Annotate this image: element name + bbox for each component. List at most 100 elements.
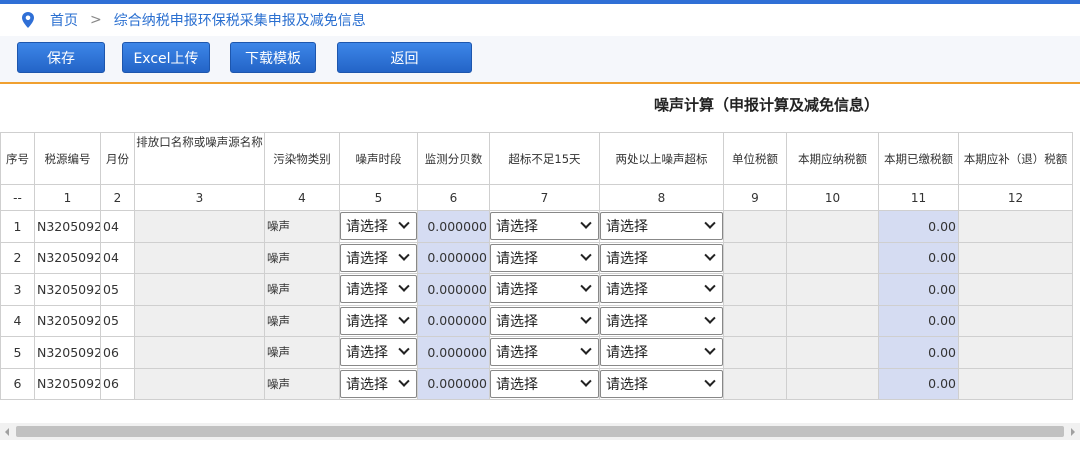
- row-paid[interactable]: 0.00: [878, 210, 959, 243]
- location-pin-icon: [22, 12, 34, 28]
- chevron-down-icon: [704, 312, 716, 324]
- row-source-id: N3205092: [34, 210, 101, 243]
- select-value: 请选择: [496, 313, 538, 330]
- row-decibel[interactable]: 0.000000: [417, 273, 490, 306]
- download-template-button[interactable]: 下载模板: [230, 42, 316, 73]
- row-refund: [958, 367, 1073, 400]
- row-decibel[interactable]: 0.000000: [417, 336, 490, 369]
- row-paid[interactable]: 0.00: [878, 336, 959, 369]
- row-month: 05: [100, 304, 135, 337]
- table-row: 5 N3205092 06 噪声 请选择 0.000000 请选择 请选择 0.00: [0, 336, 1073, 369]
- table-row: 6 N3205092 06 噪声 请选择 0.000000 请选择 请选择 0.00: [0, 367, 1073, 400]
- col-header-pollutant: 污染物类别: [264, 132, 340, 185]
- save-button[interactable]: 保存: [17, 42, 105, 73]
- row-multi-cell: 请选择: [599, 273, 724, 306]
- row-outlet: [134, 336, 265, 369]
- row-unit-tax: [723, 241, 787, 274]
- chevron-down-icon: [704, 249, 716, 261]
- select-dropdown[interactable]: 请选择: [600, 338, 723, 367]
- select-dropdown[interactable]: 请选择: [340, 338, 417, 367]
- col-header-source-id: 税源编号: [34, 132, 101, 185]
- row-unit-tax: [723, 304, 787, 337]
- index-cell: 5: [339, 184, 418, 211]
- row-multi-cell: 请选择: [599, 304, 724, 337]
- row-decibel[interactable]: 0.000000: [417, 210, 490, 243]
- breadcrumb-current[interactable]: 综合纳税申报环保税采集申报及减免信息: [114, 10, 366, 30]
- select-dropdown[interactable]: 请选择: [340, 212, 417, 241]
- select-value: 请选择: [496, 219, 538, 236]
- col-header-outlet: 排放口名称或噪声源名称: [134, 132, 265, 185]
- select-dropdown[interactable]: 请选择: [340, 369, 417, 398]
- row-pollutant: 噪声: [264, 336, 340, 369]
- chevron-down-icon: [580, 249, 592, 261]
- select-dropdown[interactable]: 请选择: [490, 338, 599, 367]
- row-period-cell: 请选择: [339, 241, 418, 274]
- row-multi-cell: 请选择: [599, 210, 724, 243]
- select-dropdown[interactable]: 请选择: [490, 369, 599, 398]
- row-paid[interactable]: 0.00: [878, 367, 959, 400]
- chevron-down-icon: [398, 249, 410, 261]
- select-dropdown[interactable]: 请选择: [490, 212, 599, 241]
- index-cell: 10: [786, 184, 879, 211]
- row-paid[interactable]: 0.00: [878, 241, 959, 274]
- row-period-cell: 请选择: [339, 273, 418, 306]
- select-value: 请选择: [606, 219, 648, 236]
- select-value: 请选择: [606, 345, 648, 362]
- row-refund: [958, 210, 1073, 243]
- select-dropdown[interactable]: 请选择: [490, 243, 599, 272]
- chevron-down-icon: [704, 280, 716, 293]
- row-seq: 4: [0, 304, 35, 337]
- noise-tax-table: 序号 税源编号 月份 排放口名称或噪声源名称 污染物类别 噪声时段 监测分贝数 …: [0, 132, 1073, 400]
- row-multi-cell: 请选择: [599, 241, 724, 274]
- chevron-down-icon: [398, 343, 410, 356]
- index-cell: 1: [34, 184, 101, 211]
- row-source-id: N3205092: [34, 273, 101, 306]
- row-period-cell: 请选择: [339, 304, 418, 337]
- row-decibel[interactable]: 0.000000: [417, 304, 490, 337]
- select-dropdown[interactable]: 请选择: [600, 369, 723, 398]
- select-dropdown[interactable]: 请选择: [340, 306, 417, 335]
- index-row: -- 1 2 3 4 5 6 7 8 9 10 11 12: [0, 184, 1073, 211]
- row-paid[interactable]: 0.00: [878, 273, 959, 306]
- select-value: 请选择: [346, 345, 388, 362]
- breadcrumb: 首页 > 综合纳税申报环保税采集申报及减免信息: [0, 4, 1080, 36]
- row-paid[interactable]: 0.00: [878, 304, 959, 337]
- select-dropdown[interactable]: 请选择: [600, 306, 723, 335]
- scroll-left-arrow-icon[interactable]: [5, 428, 9, 436]
- select-dropdown[interactable]: 请选择: [490, 306, 599, 335]
- row-payable: [786, 241, 879, 274]
- scroll-right-arrow-icon[interactable]: [1071, 428, 1075, 436]
- back-button[interactable]: 返回: [337, 42, 472, 73]
- row-unit-tax: [723, 273, 787, 306]
- index-cell: --: [0, 184, 35, 211]
- chevron-down-icon: [580, 343, 592, 356]
- select-dropdown[interactable]: 请选择: [490, 275, 599, 304]
- row-refund: [958, 273, 1073, 306]
- chevron-down-icon: [704, 217, 716, 230]
- select-dropdown[interactable]: 请选择: [600, 212, 723, 241]
- breadcrumb-home-link[interactable]: 首页: [50, 10, 78, 30]
- chevron-down-icon: [704, 343, 716, 356]
- row-seq: 5: [0, 336, 35, 369]
- row-source-id: N3205092: [34, 336, 101, 369]
- chevron-down-icon: [580, 280, 592, 293]
- table-row: 4 N3205092 05 噪声 请选择 0.000000 请选择 请选择 0.00: [0, 304, 1073, 337]
- select-dropdown[interactable]: 请选择: [600, 243, 723, 272]
- excel-upload-button[interactable]: Excel上传: [122, 42, 210, 73]
- index-cell: 4: [264, 184, 340, 211]
- row-decibel[interactable]: 0.000000: [417, 367, 490, 400]
- index-cell: 11: [878, 184, 959, 211]
- select-dropdown[interactable]: 请选择: [340, 275, 417, 304]
- col-header-refund: 本期应补（退）税额: [958, 132, 1073, 185]
- chevron-down-icon: [398, 312, 410, 324]
- row-pollutant: 噪声: [264, 210, 340, 243]
- select-dropdown[interactable]: 请选择: [340, 243, 417, 272]
- index-cell: 9: [723, 184, 787, 211]
- select-value: 请选择: [606, 250, 648, 267]
- row-multi-cell: 请选择: [599, 367, 724, 400]
- select-value: 请选择: [606, 376, 648, 393]
- select-dropdown[interactable]: 请选择: [600, 275, 723, 304]
- scrollbar-thumb[interactable]: [16, 426, 1064, 437]
- row-decibel[interactable]: 0.000000: [417, 241, 490, 274]
- horizontal-scrollbar[interactable]: [0, 423, 1080, 440]
